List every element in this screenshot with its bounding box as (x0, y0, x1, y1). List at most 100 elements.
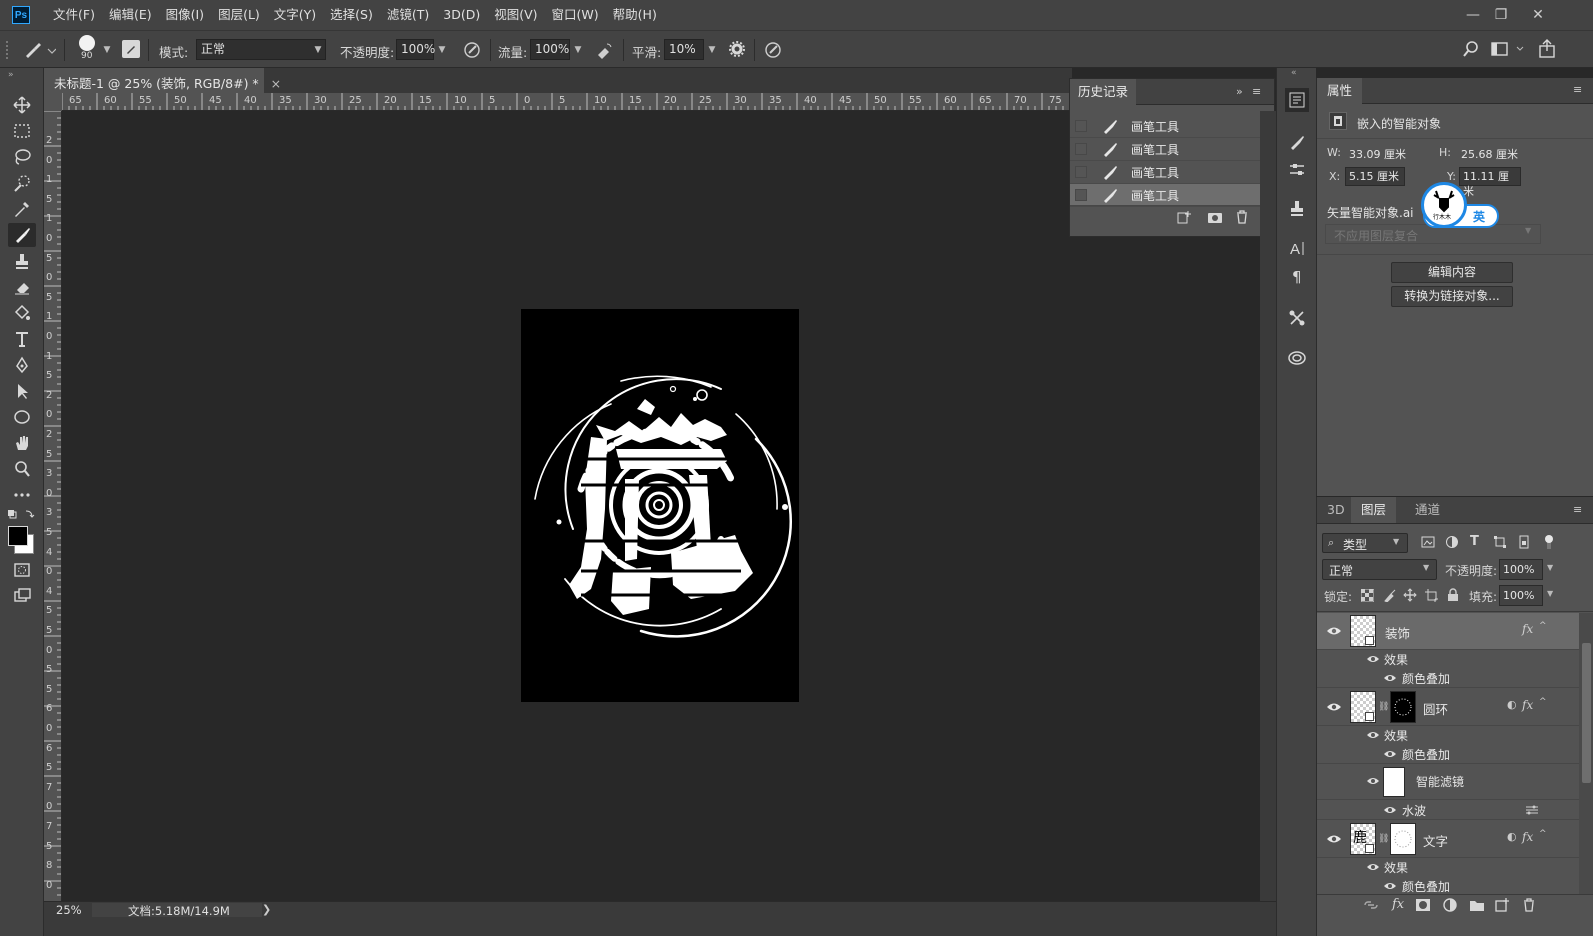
chevron-down-icon[interactable]: ▼ (99, 40, 115, 60)
eye-icon[interactable] (1366, 730, 1382, 742)
filter-adjustment-icon[interactable] (1445, 535, 1459, 549)
search-icon[interactable] (1462, 40, 1480, 58)
ruler-origin[interactable] (44, 93, 62, 111)
layer-row-text[interactable]: 鹿 ⛓ 文字 ◐ fx ^ (1317, 820, 1579, 858)
mask-thumbnail[interactable] (1390, 691, 1416, 723)
eraser-tool-icon[interactable] (8, 275, 36, 299)
chevron-down-icon[interactable]: ▼ (434, 40, 450, 60)
move-tool-icon[interactable] (8, 93, 36, 117)
mode-dropdown[interactable]: 正常 (196, 39, 326, 60)
menu-select[interactable]: 选择(S) (323, 0, 380, 30)
y-input[interactable]: 11.11 厘米 (1459, 167, 1521, 198)
chevron-up-icon[interactable]: ^ (1539, 829, 1547, 839)
menu-help[interactable]: 帮助(H) (606, 0, 664, 30)
link-icon[interactable]: ⛓ (1378, 702, 1389, 712)
flow-input[interactable]: 100% (530, 39, 570, 60)
link-icon[interactable]: ⛓ (1378, 834, 1389, 844)
history-state-row[interactable]: 画笔工具 (1070, 138, 1262, 161)
color-overlay-row[interactable]: 颜色叠加 (1317, 669, 1579, 688)
effects-row[interactable]: 效果 (1317, 858, 1579, 877)
photoshop-logo[interactable]: Ps (12, 6, 30, 24)
eye-icon[interactable] (1366, 862, 1382, 874)
blend-mode-dropdown[interactable]: 正常 (1322, 559, 1437, 580)
layers-scrollbar[interactable] (1579, 613, 1593, 894)
layer-name[interactable]: 圆环 (1423, 699, 1448, 718)
menu-layer[interactable]: 图层(L) (211, 0, 267, 30)
menu-3d[interactable]: 3D(D) (436, 0, 487, 30)
quick-selection-icon[interactable] (8, 171, 36, 195)
tab-channels[interactable]: 通道 (1405, 497, 1450, 523)
grip-handle[interactable] (6, 41, 10, 59)
menu-filter[interactable]: 滤镜(T) (380, 0, 436, 30)
layer-row-ring[interactable]: ⛓ 圆环 ◐ fx ^ (1317, 688, 1579, 726)
paragraph-panel-icon[interactable]: ¶ (1285, 264, 1309, 288)
libraries-icon[interactable] (1285, 346, 1309, 370)
history-title[interactable]: 历史记录 (1070, 79, 1137, 105)
menu-window[interactable]: 窗口(W) (545, 0, 606, 30)
tool-presets-icon[interactable] (1285, 306, 1309, 330)
panel-menu-icon[interactable]: ≡ (1573, 503, 1582, 516)
horizontal-ruler[interactable]: 65 60 55 50 45 40 35 30 25 20 15 10 5 0 5 10 15 20 25 30 35 4… (62, 93, 1072, 111)
layer-thumbnail[interactable] (1350, 615, 1376, 647)
camera-icon[interactable] (1207, 210, 1223, 224)
fx-icon[interactable]: fx (1522, 698, 1533, 712)
fx-icon[interactable]: fx (1522, 830, 1533, 844)
eye-icon[interactable] (1366, 654, 1382, 666)
eyedropper-icon[interactable] (8, 197, 36, 221)
tab-3d[interactable]: 3D (1317, 497, 1355, 523)
menu-view[interactable]: 视图(V) (487, 0, 544, 30)
close-tab-icon[interactable]: × (271, 76, 281, 91)
snapshot-source-checkbox[interactable] (1075, 189, 1087, 201)
layer-thumbnail[interactable]: 鹿 (1350, 823, 1376, 855)
collapse-icon[interactable]: » (1236, 85, 1243, 98)
chevron-down-icon[interactable]: ▼ (1547, 563, 1553, 572)
ellipse-tool-icon[interactable] (8, 405, 36, 429)
chevron-up-icon[interactable]: ^ (1539, 621, 1547, 631)
hand-tool-icon[interactable] (8, 431, 36, 455)
share-icon[interactable] (1538, 39, 1556, 59)
chevron-down-icon[interactable]: ▼ (570, 40, 586, 60)
layer-name[interactable]: 装饰 (1385, 623, 1410, 642)
properties-title[interactable]: 属性 (1317, 78, 1363, 104)
brush-tip-preview[interactable] (79, 35, 95, 51)
lock-artboard-icon[interactable] (1425, 589, 1438, 602)
eye-icon[interactable] (1326, 625, 1342, 637)
pressure-opacity-icon[interactable] (462, 40, 482, 60)
zoom-level[interactable]: 25% (56, 903, 82, 917)
clone-source-icon[interactable] (1285, 196, 1309, 220)
minimize-button[interactable]: — (1463, 5, 1483, 25)
layer-row-decoration[interactable]: 装饰 fx ^ (1317, 613, 1579, 650)
effects-row[interactable]: 效果 (1317, 726, 1579, 745)
menu-edit[interactable]: 编辑(E) (102, 0, 159, 30)
lock-pixels-icon[interactable] (1383, 589, 1396, 602)
filter-pixel-icon[interactable] (1421, 535, 1435, 549)
filter-type-icon[interactable]: T (1470, 534, 1479, 549)
opacity-input[interactable]: 100% (396, 39, 435, 60)
snapshot-source-checkbox[interactable] (1075, 120, 1087, 132)
link-layers-icon[interactable] (1363, 898, 1379, 912)
edit-contents-button[interactable]: 编辑内容 (1391, 262, 1513, 283)
history-state-row[interactable]: 画笔工具 (1070, 115, 1262, 138)
layer-opacity-input[interactable]: 100% (1499, 559, 1543, 580)
eye-icon[interactable] (1383, 805, 1399, 817)
fx-icon[interactable]: fx (1522, 622, 1533, 636)
status-menu-arrow-icon[interactable]: ❯ (262, 903, 271, 916)
x-input[interactable]: 5.15 厘米 (1345, 167, 1405, 186)
filter-shape-icon[interactable] (1493, 535, 1507, 549)
workspace-icon[interactable] (1491, 40, 1525, 58)
filter-smart-object-icon[interactable] (1517, 535, 1531, 549)
chevron-down-icon[interactable]: ▼ (704, 40, 720, 60)
history-panel-icon[interactable] (1285, 88, 1309, 112)
eye-icon[interactable] (1326, 701, 1342, 713)
brush-tool-icon[interactable] (8, 223, 36, 247)
pressure-size-icon[interactable] (763, 40, 783, 60)
mask-thumbnail[interactable] (1390, 823, 1416, 855)
adjustment-layer-icon[interactable] (1443, 898, 1457, 912)
type-tool-icon[interactable] (8, 327, 36, 351)
foreground-color-swatch[interactable] (8, 526, 28, 546)
close-button[interactable]: ✕ (1528, 5, 1548, 25)
history-state-row[interactable]: 画笔工具 (1070, 161, 1262, 184)
layer-name[interactable]: 文字 (1423, 831, 1448, 850)
color-overlay-row[interactable]: 颜色叠加 (1317, 745, 1579, 764)
stamp-tool-icon[interactable] (8, 249, 36, 273)
